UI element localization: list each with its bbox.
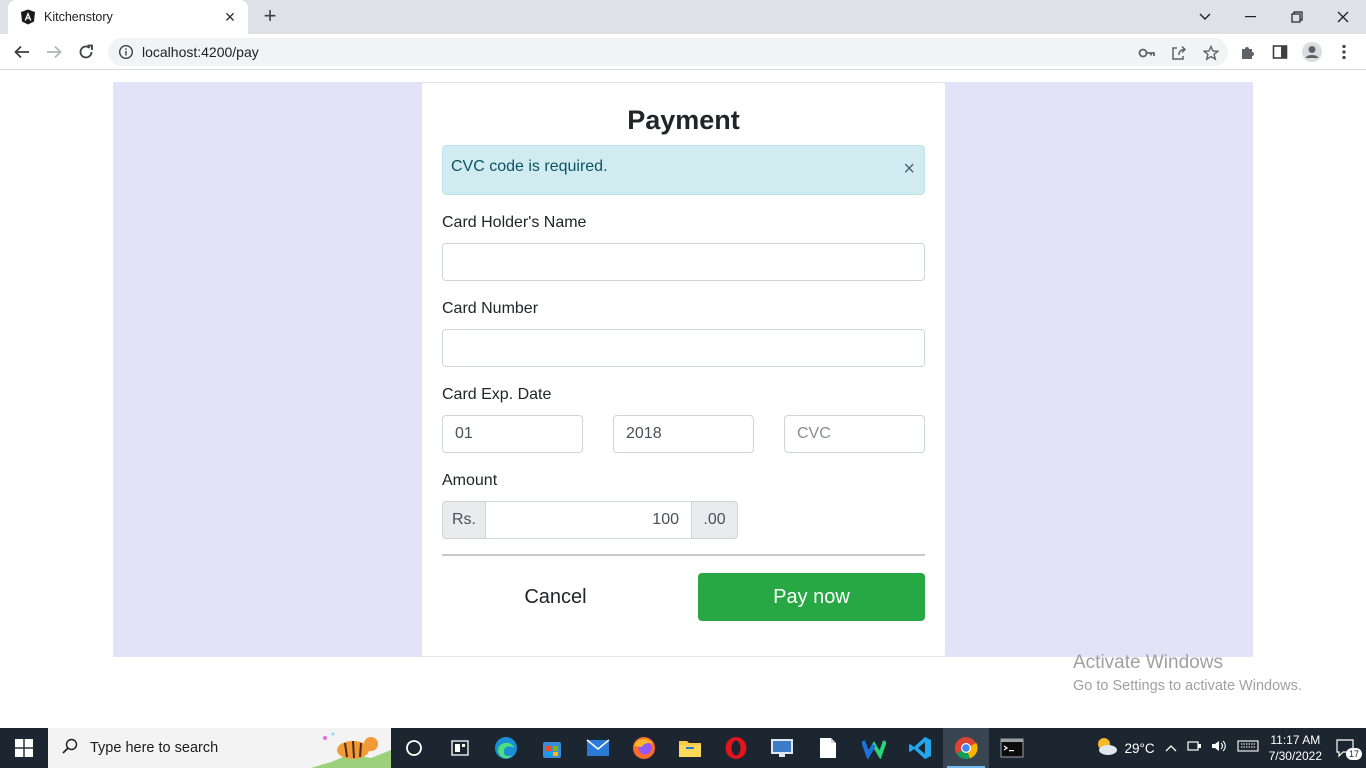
weather-temperature[interactable]: 29°C [1124, 741, 1154, 756]
system-tray: 29°C 11:17 AM 7/30/2022 17 [1094, 728, 1366, 768]
address-bar[interactable]: localhost:4200/pay [108, 38, 1228, 66]
file-explorer-icon[interactable] [667, 728, 713, 768]
close-icon[interactable]: × [903, 159, 915, 179]
network-icon[interactable] [1187, 739, 1203, 758]
widgets-icon[interactable] [437, 728, 483, 768]
new-tab-button[interactable]: + [258, 5, 282, 29]
remote-desktop-icon[interactable] [759, 728, 805, 768]
webex-icon[interactable] [851, 728, 897, 768]
mail-icon[interactable] [575, 728, 621, 768]
pay-now-button[interactable]: Pay now [698, 573, 925, 621]
notification-center-icon[interactable]: 17 [1336, 738, 1362, 760]
url-text: localhost:4200/pay [142, 44, 259, 60]
chevron-up-icon[interactable] [1165, 739, 1177, 757]
exp-year-input[interactable]: 2018 [613, 415, 754, 453]
card-number-input[interactable] [442, 329, 925, 367]
window-controls [1182, 0, 1366, 34]
info-icon[interactable] [118, 44, 134, 60]
search-icon [62, 738, 78, 759]
taskbar: Type here to search 29°C 11:17 AM 7/30/2… [0, 728, 1366, 768]
browser-tabstrip: Kitchenstory ✕ + [0, 0, 1366, 34]
terminal-icon[interactable] [989, 728, 1035, 768]
clock-date: 7/30/2022 [1268, 749, 1322, 763]
star-icon[interactable] [1202, 44, 1220, 62]
task-view-icon[interactable] [391, 728, 437, 768]
alert-message: CVC code is required. × [442, 145, 925, 195]
minimize-icon[interactable] [1228, 0, 1274, 34]
vscode-icon[interactable] [897, 728, 943, 768]
firefox-icon[interactable] [621, 728, 667, 768]
alert-text: CVC code is required. [451, 158, 608, 175]
notepad-file-icon[interactable] [805, 728, 851, 768]
card-holder-input[interactable] [442, 243, 925, 281]
arrow-right-icon[interactable] [42, 40, 66, 64]
card-holder-label: Card Holder's Name [442, 214, 587, 231]
cancel-button[interactable]: Cancel [442, 573, 669, 621]
edge-browser-icon[interactable] [483, 728, 529, 768]
keyboard-icon[interactable] [1237, 739, 1259, 757]
windows-start-icon[interactable] [0, 728, 48, 768]
microsoft-store-icon[interactable] [529, 728, 575, 768]
currency-prefix: Rs. [442, 501, 486, 539]
payment-card: Payment CVC code is required. × Card Hol… [421, 82, 946, 657]
address-bar-actions [1138, 44, 1220, 62]
watermark-title: Activate Windows [1073, 652, 1223, 673]
angular-logo-icon [20, 9, 36, 25]
chrome-icon[interactable] [943, 728, 989, 768]
activate-windows-watermark: Activate Windows Go to Settings to activ… [1073, 652, 1302, 694]
watermark-subtitle: Go to Settings to activate Windows. [1073, 678, 1302, 694]
browser-tab[interactable]: Kitchenstory ✕ [8, 0, 248, 34]
notification-count-badge: 17 [1345, 748, 1362, 760]
tiger-illustration-icon [311, 728, 391, 768]
close-tab-icon[interactable]: ✕ [222, 9, 238, 26]
search-placeholder: Type here to search [90, 740, 219, 756]
share-icon[interactable] [1170, 44, 1188, 62]
amount-input[interactable]: 100 [485, 501, 692, 539]
amount-suffix: .00 [691, 501, 738, 539]
exp-month-input[interactable]: 01 [442, 415, 583, 453]
browser-toolbar: localhost:4200/pay [0, 34, 1366, 70]
page-title: Payment [627, 105, 740, 135]
divider [442, 554, 925, 556]
key-icon[interactable] [1138, 44, 1156, 62]
volume-icon[interactable] [1211, 739, 1227, 758]
cvc-input[interactable]: CVC [784, 415, 925, 453]
amount-label: Amount [442, 472, 498, 489]
weather-icon[interactable] [1094, 736, 1118, 761]
puzzle-icon[interactable] [1236, 40, 1260, 64]
clock[interactable]: 11:17 AM 7/30/2022 [1269, 732, 1322, 764]
side-panel-icon[interactable] [1268, 40, 1292, 64]
clock-time: 11:17 AM [1270, 733, 1321, 747]
exp-date-label: Card Exp. Date [442, 386, 552, 403]
reload-icon[interactable] [74, 40, 98, 64]
profile-icon[interactable] [1300, 40, 1324, 64]
taskbar-search-box[interactable]: Type here to search [48, 728, 391, 768]
tab-title: Kitchenstory [44, 10, 113, 24]
arrow-left-icon[interactable] [10, 40, 34, 64]
restore-icon[interactable] [1274, 0, 1320, 34]
opera-icon[interactable] [713, 728, 759, 768]
card-number-label: Card Number [442, 300, 539, 317]
close-window-icon[interactable] [1320, 0, 1366, 34]
tab-search-icon[interactable] [1182, 0, 1228, 34]
kebab-menu-icon[interactable] [1332, 40, 1356, 64]
